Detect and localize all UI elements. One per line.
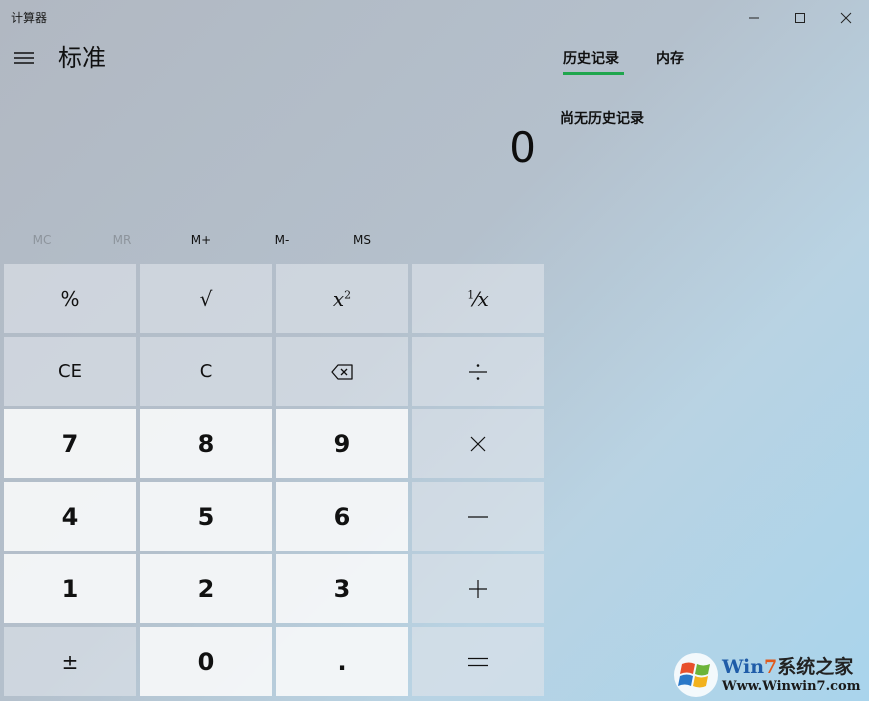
title-bar: 计算器 (0, 0, 869, 36)
digit-2-label: 2 (197, 574, 215, 603)
watermark-brand: Win7系统之家 (722, 652, 853, 679)
memory-clear-button[interactable]: MC (8, 226, 76, 254)
negate-label: ± (61, 649, 79, 674)
memory-add-button[interactable]: M+ (167, 226, 235, 254)
digit-1-label: 1 (61, 574, 79, 603)
clear-entry-label: CE (58, 361, 82, 382)
memory-subtract-button[interactable]: M- (248, 226, 316, 254)
square-root-button[interactable]: √ (140, 264, 272, 333)
square-base: x (332, 286, 345, 311)
decimal-label: . (337, 647, 347, 676)
digit-1-button[interactable]: 1 (4, 554, 136, 623)
digit-0-button[interactable]: 0 (140, 627, 272, 696)
backspace-icon (331, 363, 353, 380)
divide-icon (469, 363, 487, 380)
digit-7-button[interactable]: 7 (4, 409, 136, 478)
percent-button[interactable]: % (4, 264, 136, 333)
digit-0-label: 0 (197, 647, 215, 676)
square-root-label: √ (199, 286, 213, 311)
empty-history-message: 尚无历史记录 (560, 111, 644, 127)
close-button[interactable] (823, 0, 869, 36)
watermark-brand-prefix: Win (722, 656, 765, 678)
digit-9-label: 9 (333, 429, 351, 458)
add-button[interactable] (412, 554, 544, 623)
digit-8-button[interactable]: 8 (140, 409, 272, 478)
app-title: 计算器 (11, 11, 48, 25)
divide-button[interactable] (412, 337, 544, 406)
clear-button[interactable]: C (140, 337, 272, 406)
reciprocal-variable: x (477, 286, 489, 311)
add-icon (469, 579, 487, 598)
watermark: Win7系统之家 Www.Winwin7.com (672, 648, 869, 701)
digit-5-label: 5 (197, 502, 215, 531)
reciprocal-numerator: 1 (467, 287, 475, 301)
watermark-brand-suffix: 系统之家 (777, 656, 854, 678)
minimize-button[interactable] (731, 0, 777, 36)
hamburger-menu-icon (14, 52, 34, 64)
digit-3-button[interactable]: 3 (276, 554, 408, 623)
square-exponent: 2 (344, 287, 352, 301)
subtract-icon (468, 515, 488, 518)
clear-entry-button[interactable]: CE (4, 337, 136, 406)
reciprocal-label: 1⁄x (467, 286, 489, 311)
digit-6-button[interactable]: 6 (276, 482, 408, 551)
tab-history[interactable]: 历史记录 (563, 48, 619, 68)
subtract-button[interactable] (412, 482, 544, 551)
watermark-brand-number: 7 (764, 656, 778, 678)
maximize-button[interactable] (777, 0, 823, 36)
square-button[interactable]: x2 (276, 264, 408, 333)
equals-icon (468, 657, 488, 666)
windows-logo-icon (674, 653, 718, 697)
square-label: x2 (333, 287, 351, 311)
digit-7-label: 7 (61, 429, 79, 458)
mode-title: 标准 (58, 44, 106, 72)
digit-4-label: 4 (61, 502, 79, 531)
digit-2-button[interactable]: 2 (140, 554, 272, 623)
percent-label: % (60, 286, 80, 311)
digit-6-label: 6 (333, 502, 351, 531)
reciprocal-button[interactable]: 1⁄x (412, 264, 544, 333)
clear-label: C (199, 361, 213, 382)
equals-button[interactable] (412, 627, 544, 696)
maximize-icon (795, 13, 805, 23)
minimize-icon (749, 17, 759, 19)
tab-history-underline (563, 72, 624, 75)
digit-4-button[interactable]: 4 (4, 482, 136, 551)
decimal-button[interactable]: . (276, 627, 408, 696)
digit-8-label: 8 (197, 429, 215, 458)
watermark-url: Www.Winwin7.com (722, 679, 861, 694)
tab-memory[interactable]: 内存 (656, 48, 684, 68)
digit-9-button[interactable]: 9 (276, 409, 408, 478)
digit-5-button[interactable]: 5 (140, 482, 272, 551)
result-display: 0 (509, 123, 536, 172)
close-icon (840, 12, 852, 24)
digit-3-label: 3 (333, 574, 351, 603)
navigation-menu-button[interactable] (6, 40, 42, 76)
backspace-button[interactable] (276, 337, 408, 406)
memory-recall-button[interactable]: MR (88, 226, 156, 254)
calculator-window: 计算器 标准 0 MC MR M+ M- MS % √ x2 1⁄x CE C … (0, 0, 869, 701)
multiply-button[interactable] (412, 409, 544, 478)
multiply-icon (470, 436, 486, 451)
memory-store-button[interactable]: MS (328, 226, 396, 254)
negate-button[interactable]: ± (4, 627, 136, 696)
